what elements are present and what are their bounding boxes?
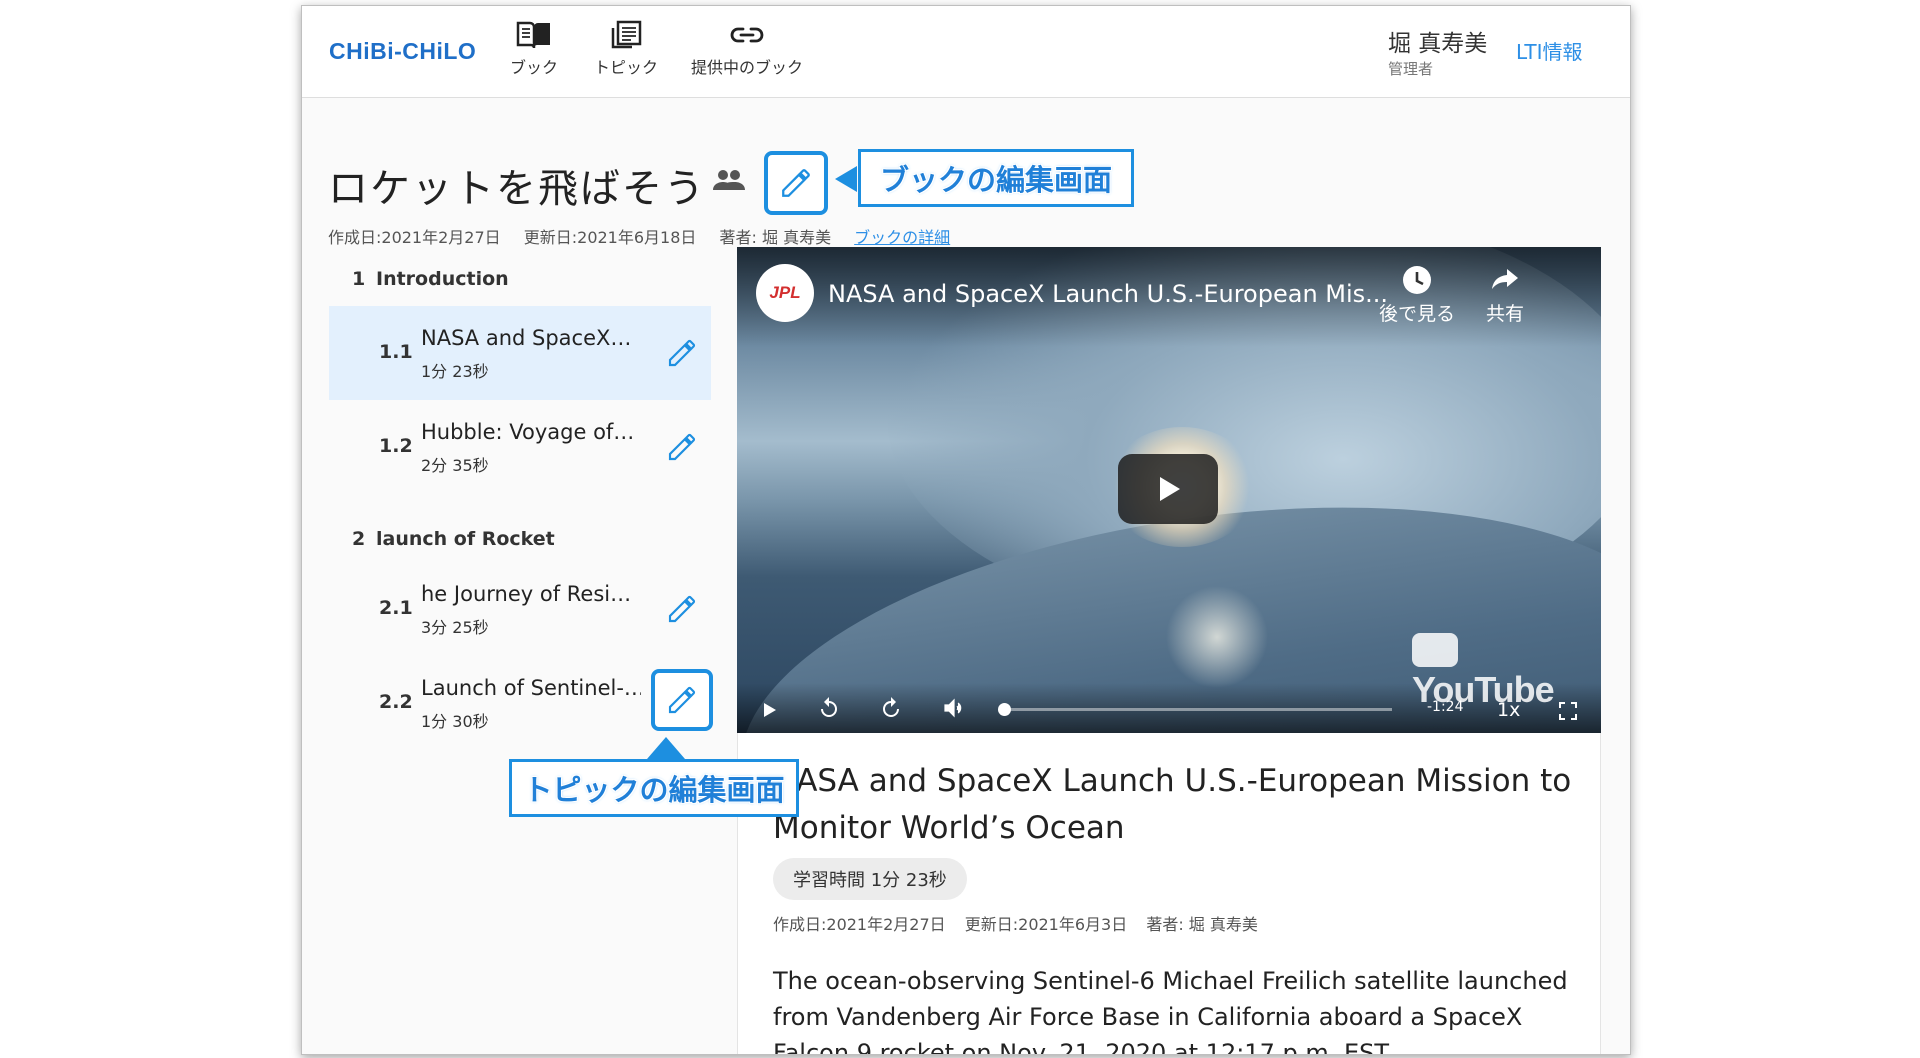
- topic-name: Launch of Sentinel-…: [421, 676, 641, 700]
- topic-name: Hubble: Voyage of…: [421, 420, 635, 444]
- topic-duration: 3分 25秒: [421, 618, 489, 637]
- watch-later-button[interactable]: 後で見る: [1379, 265, 1455, 326]
- topic-item-1-2[interactable]: 1.2 Hubble: Voyage of… 2分 35秒: [329, 400, 711, 494]
- pencil-icon: [668, 595, 696, 623]
- topic-number: 2.2: [379, 691, 413, 713]
- book-icon: [516, 21, 550, 49]
- youtube-icon: [1412, 633, 1458, 668]
- section-number: 2: [352, 528, 366, 550]
- fullscreen-icon[interactable]: [1559, 702, 1577, 720]
- topic-edit-callout-label: トピックの編集画面: [523, 773, 785, 807]
- book-meta: 作成日:2021年2月27日 更新日:2021年6月18日 著者: 堀 真寿美 …: [328, 224, 968, 248]
- section-label: Introduction: [376, 268, 509, 290]
- book-created: 作成日:2021年2月27日: [328, 228, 501, 247]
- nav-book-label: ブック: [510, 58, 559, 77]
- topic-icon: [611, 20, 642, 49]
- nav-published-books-label: 提供中のブック: [691, 58, 804, 77]
- progress-bar[interactable]: [997, 703, 1392, 716]
- pencil-icon: [782, 169, 810, 197]
- edit-topic-button[interactable]: [662, 333, 702, 373]
- video-player[interactable]: JPL NASA and SpaceX Launch U.S.-European…: [737, 247, 1601, 733]
- clock-icon: [1403, 266, 1431, 294]
- section-number: 1: [352, 268, 366, 290]
- time-remaining: -1:24: [1427, 699, 1464, 715]
- book-author: 著者: 堀 真寿美: [719, 228, 832, 247]
- topic-created: 作成日:2021年2月27日: [773, 915, 946, 934]
- watch-later-label: 後で見る: [1379, 303, 1456, 325]
- edit-book-button[interactable]: [764, 151, 828, 215]
- user-role: 管理者: [1388, 60, 1434, 78]
- book-edit-callout-label: ブックの編集画面: [879, 163, 1112, 197]
- book-title: ロケットを飛ばそう: [328, 166, 706, 212]
- topic-name: he Journey of Resi…: [421, 582, 632, 606]
- book-edit-callout: ブックの編集画面: [858, 149, 1134, 207]
- topic-edit-callout: トピックの編集画面: [509, 759, 799, 817]
- topic-description: The ocean-observing Sentinel-6 Michael F…: [773, 967, 1568, 1055]
- play-icon: [1160, 477, 1180, 501]
- lti-info-link[interactable]: LTI情報: [1516, 36, 1583, 65]
- callout-pointer: [647, 737, 685, 759]
- topic-number: 1.2: [379, 435, 413, 457]
- share-icon: [1492, 269, 1518, 289]
- forward-icon[interactable]: [879, 696, 903, 720]
- rewind-icon[interactable]: [817, 696, 841, 720]
- volume-icon[interactable]: [942, 696, 966, 720]
- user-info[interactable]: 堀 真寿美 管理者: [1388, 24, 1487, 79]
- playback-speed[interactable]: 1x: [1497, 699, 1520, 721]
- pencil-icon: [668, 433, 696, 461]
- topic-content: NASA and SpaceX Launch U.S.-European Mis…: [737, 733, 1601, 1055]
- nav-published-books[interactable]: 提供中のブック: [691, 20, 803, 78]
- video-frame-shine: [1157, 577, 1277, 697]
- callout-pointer: [835, 166, 857, 192]
- edit-topic-button[interactable]: [651, 669, 713, 731]
- topic-number: 2.1: [379, 597, 413, 619]
- book-detail-link[interactable]: ブックの詳細: [854, 228, 950, 247]
- play-icon[interactable]: [759, 700, 779, 720]
- edit-topic-button[interactable]: [662, 427, 702, 467]
- share-label: 共有: [1486, 303, 1525, 325]
- link-icon: [730, 27, 764, 43]
- pencil-icon: [668, 339, 696, 367]
- topic-name: NASA and SpaceX…: [421, 326, 632, 350]
- top-app-bar: CHiBi-CHiLO ブック トピック 提供中のブック 堀 真寿美 管理者 L…: [302, 6, 1630, 98]
- people-icon: [713, 170, 745, 190]
- topic-title: NASA and SpaceX Launch U.S.-European Mis…: [773, 763, 1572, 846]
- pencil-icon: [668, 686, 696, 714]
- section-label: launch of Rocket: [376, 528, 555, 550]
- study-time-chip: 学習時間 1分 23秒: [773, 858, 967, 900]
- topic-duration: 1分 23秒: [421, 362, 489, 381]
- nav-book[interactable]: ブック: [510, 20, 558, 78]
- nav-topic-label: トピック: [594, 58, 659, 77]
- topic-updated: 更新日:2021年6月3日: [964, 915, 1128, 934]
- topic-meta: 作成日:2021年2月27日 更新日:2021年6月3日 著者: 堀 真寿美: [773, 911, 1272, 935]
- topic-item-1-1[interactable]: 1.1 NASA and SpaceX… 1分 23秒: [329, 306, 711, 400]
- video-title[interactable]: NASA and SpaceX Launch U.S.-European Mis…: [828, 280, 1388, 308]
- book-updated: 更新日:2021年6月18日: [523, 228, 697, 247]
- topic-duration: 1分 30秒: [421, 712, 489, 731]
- section-2-title[interactable]: 2 launch of Rocket: [352, 528, 555, 550]
- video-controls: YouTube -1:24 1x: [737, 633, 1601, 733]
- topic-item-2-2[interactable]: 2.2 Launch of Sentinel-… 1分 30秒: [329, 656, 713, 750]
- topic-duration: 2分 35秒: [421, 456, 489, 475]
- topic-author: 著者: 堀 真寿美: [1146, 915, 1258, 934]
- section-1-title[interactable]: 1 Introduction: [352, 268, 509, 290]
- edit-topic-button[interactable]: [662, 589, 702, 629]
- share-button[interactable]: 共有: [1486, 265, 1524, 326]
- user-name: 堀 真寿美: [1388, 31, 1488, 57]
- nav-topic[interactable]: トピック: [594, 20, 658, 78]
- progress-knob[interactable]: [997, 703, 1011, 716]
- play-button[interactable]: [1118, 454, 1218, 524]
- topic-number: 1.1: [379, 341, 413, 363]
- channel-logo[interactable]: JPL: [756, 264, 814, 322]
- app-window: CHiBi-CHiLO ブック トピック 提供中のブック 堀 真寿美 管理者 L…: [301, 5, 1631, 1055]
- app-logo[interactable]: CHiBi-CHiLO: [329, 38, 476, 65]
- topic-item-2-1[interactable]: 2.1 he Journey of Resi… 3分 25秒: [329, 562, 711, 656]
